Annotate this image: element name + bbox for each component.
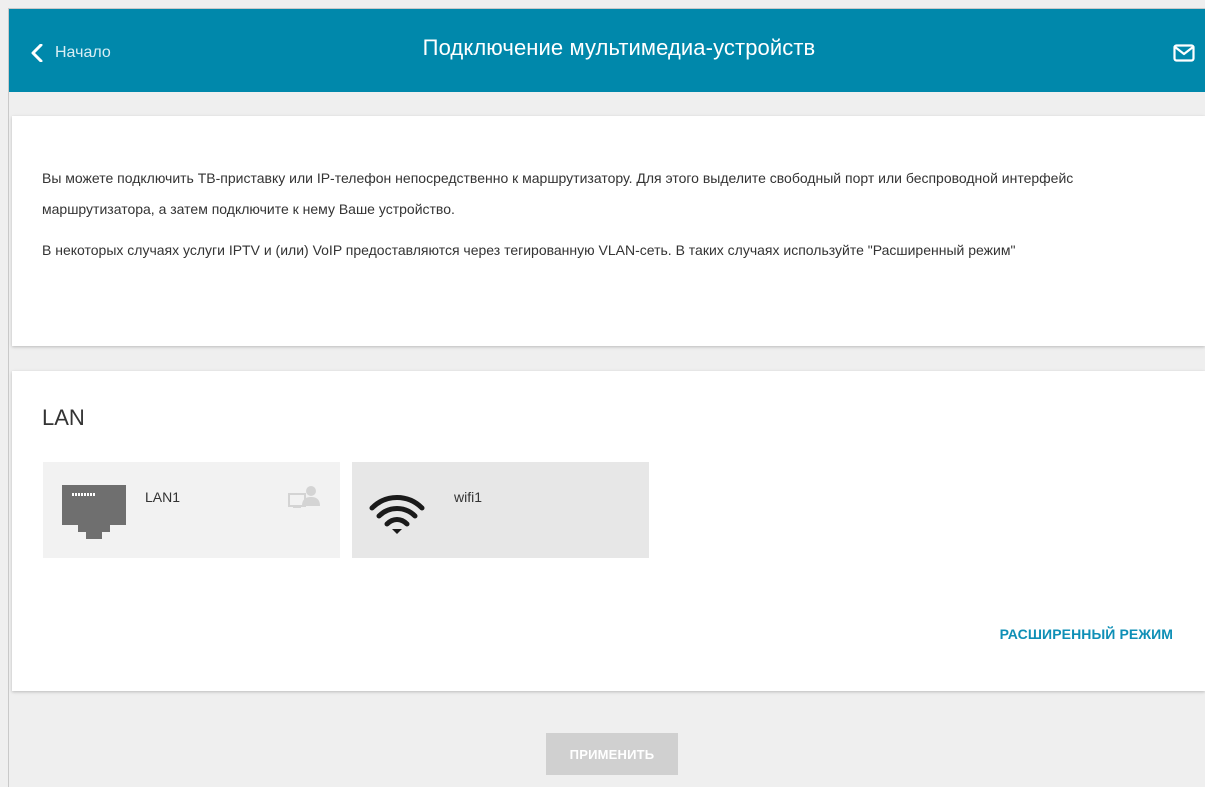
- intro-paragraph-1: Вы можете подключить ТВ-приставку или IP…: [42, 170, 1074, 217]
- intro-paragraph-2: В некоторых случаях услуги IPTV и (или) …: [42, 242, 1016, 258]
- port-tile-wifi1[interactable]: wifi1: [352, 462, 649, 558]
- intro-card: Вы можете подключить ТВ-приставку или IP…: [12, 116, 1205, 346]
- chevron-left-icon: [31, 44, 43, 62]
- back-link-label[interactable]: Начало: [55, 44, 111, 62]
- apply-button[interactable]: ПРИМЕНИТЬ: [546, 733, 678, 775]
- advanced-mode-link[interactable]: РАСШИРЕННЫЙ РЕЖИМ: [1000, 626, 1173, 642]
- port-tile-label: wifi1: [454, 489, 483, 505]
- wifi-icon: [369, 495, 425, 534]
- lan-section-title: LAN: [42, 405, 85, 430]
- intro-text: Вы можете подключить ТВ-приставку или IP…: [42, 163, 1162, 276]
- lan-card: LAN LAN1 wifi1 РАСШИРЕННЫЙ РЕЖИМ: [12, 371, 1205, 691]
- page-title: Подключение мультимедиа-устройств: [422, 35, 816, 60]
- back-link[interactable]: Начало: [31, 39, 111, 67]
- user-port-icon: [288, 486, 320, 508]
- ethernet-port-icon: [62, 485, 126, 539]
- envelope-icon[interactable]: [1173, 44, 1195, 62]
- port-tile-lan1[interactable]: LAN1: [43, 462, 340, 558]
- header-bar: Начало Подключение мультимедиа-устройств: [9, 9, 1205, 92]
- port-tile-label: LAN1: [145, 489, 181, 505]
